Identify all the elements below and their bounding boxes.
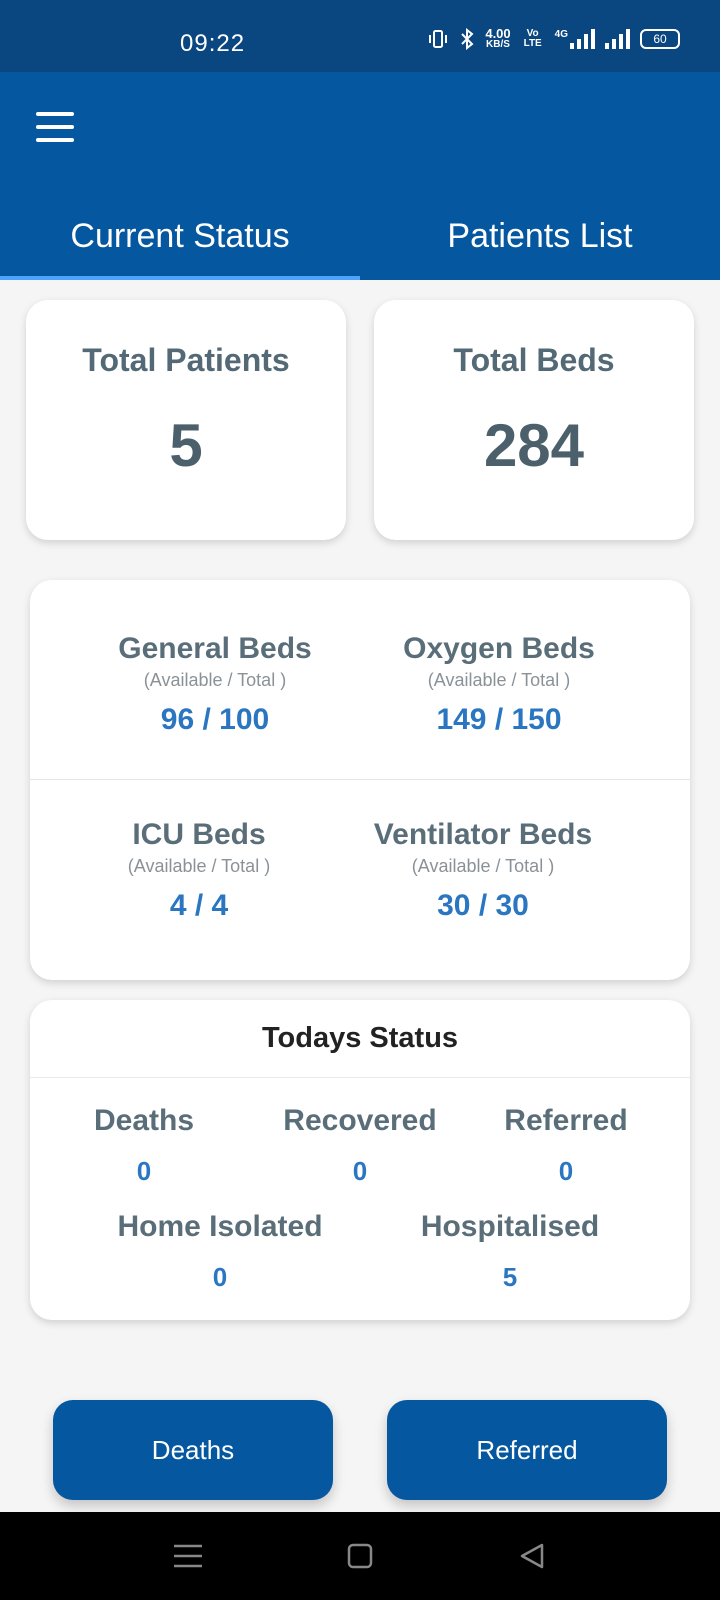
home-isolated-value: 0 <box>212 1262 228 1292</box>
tab-current-status[interactable]: Current Status <box>0 190 360 280</box>
system-nav-bar <box>0 1512 720 1600</box>
recovered-label: Recovered <box>283 1104 437 1137</box>
signal-4g-icon: 4G <box>555 29 595 49</box>
status-bar: 09:22 4.00 KB/S Vo LTE 4G 60 <box>0 0 720 72</box>
home-isolated-stat: Home Isolated 0 <box>90 1210 350 1293</box>
hospitalised-stat: Hospitalised 5 <box>390 1210 630 1293</box>
total-beds-card: Total Beds 284 <box>374 300 694 540</box>
referred-label: Referred <box>504 1104 628 1137</box>
app-bar: Current Status Patients List <box>0 72 720 280</box>
tab-label: Current Status <box>70 216 290 255</box>
referred-stat: Referred 0 <box>476 1104 656 1187</box>
deaths-stat: Deaths 0 <box>54 1104 234 1187</box>
oxygen-beds: Oxygen Beds (Available / Total ) 149 / 1… <box>334 632 664 737</box>
deaths-value: 0 <box>136 1156 152 1186</box>
menu-icon[interactable] <box>36 112 74 142</box>
vibrate-icon <box>429 30 448 48</box>
beds-row: ICU Beds (Available / Total ) 4 / 4 Vent… <box>30 780 690 980</box>
status-icons: 4.00 KB/S Vo LTE 4G 60 <box>427 26 680 50</box>
tab-patients-list[interactable]: Patients List <box>360 190 720 280</box>
home-icon[interactable] <box>342 1540 378 1572</box>
beds-card: General Beds (Available / Total ) 96 / 1… <box>30 580 690 980</box>
total-beds-value: 284 <box>483 412 585 479</box>
icu-beds: ICU Beds (Available / Total ) 4 / 4 <box>34 818 364 923</box>
status-time: 09:22 <box>180 30 246 57</box>
tab-label: Patients List <box>447 216 633 255</box>
volte-indicator: Vo LTE <box>523 28 542 49</box>
hospitalised-label: Hospitalised <box>420 1210 600 1243</box>
bluetooth-icon <box>461 28 474 50</box>
referred-value: 0 <box>558 1156 574 1186</box>
oxygen-beds-label: Oxygen Beds <box>403 632 595 665</box>
general-beds-label: General Beds <box>118 632 312 665</box>
ventilator-beds: Ventilator Beds (Available / Total ) 30 … <box>318 818 648 923</box>
beds-row: General Beds (Available / Total ) 96 / 1… <box>30 580 690 780</box>
todays-status-card: Todays Status Deaths 0 Recovered 0 Refer… <box>30 1000 690 1320</box>
todays-status-title: Todays Status <box>30 1000 690 1078</box>
recovered-value: 0 <box>352 1156 368 1186</box>
total-beds-label: Total Beds <box>453 342 615 378</box>
signal-icon <box>605 29 630 49</box>
total-patients-card: Total Patients 5 <box>26 300 346 540</box>
hospitalised-value: 5 <box>502 1262 518 1292</box>
recovered-stat: Recovered 0 <box>260 1104 460 1187</box>
home-isolated-label: Home Isolated <box>117 1210 323 1243</box>
ventilator-beds-label: Ventilator Beds <box>373 818 593 851</box>
total-patients-label: Total Patients <box>82 342 290 378</box>
oxygen-beds-value: 149 / 150 <box>436 703 562 736</box>
total-patients-value: 5 <box>169 412 203 479</box>
oxygen-beds-sublabel: (Available / Total ) <box>427 670 571 690</box>
icu-beds-sublabel: (Available / Total ) <box>127 856 271 876</box>
general-beds-sublabel: (Available / Total ) <box>143 670 287 690</box>
general-beds: General Beds (Available / Total ) 96 / 1… <box>50 632 380 737</box>
deaths-label: Deaths <box>93 1104 195 1137</box>
ventilator-beds-sublabel: (Available / Total ) <box>411 856 555 876</box>
net-speed: 4.00 KB/S <box>485 26 511 50</box>
battery-icon: 60 <box>640 29 680 49</box>
icu-beds-label: ICU Beds <box>132 818 266 851</box>
general-beds-value: 96 / 100 <box>160 703 270 736</box>
ventilator-beds-value: 30 / 30 <box>437 889 529 922</box>
recent-apps-icon[interactable] <box>170 1540 206 1572</box>
icu-beds-value: 4 / 4 <box>169 889 229 922</box>
referred-button[interactable]: Referred <box>387 1400 667 1500</box>
deaths-button[interactable]: Deaths <box>53 1400 333 1500</box>
tab-bar: Current Status Patients List <box>0 190 720 280</box>
back-icon[interactable] <box>514 1540 550 1572</box>
